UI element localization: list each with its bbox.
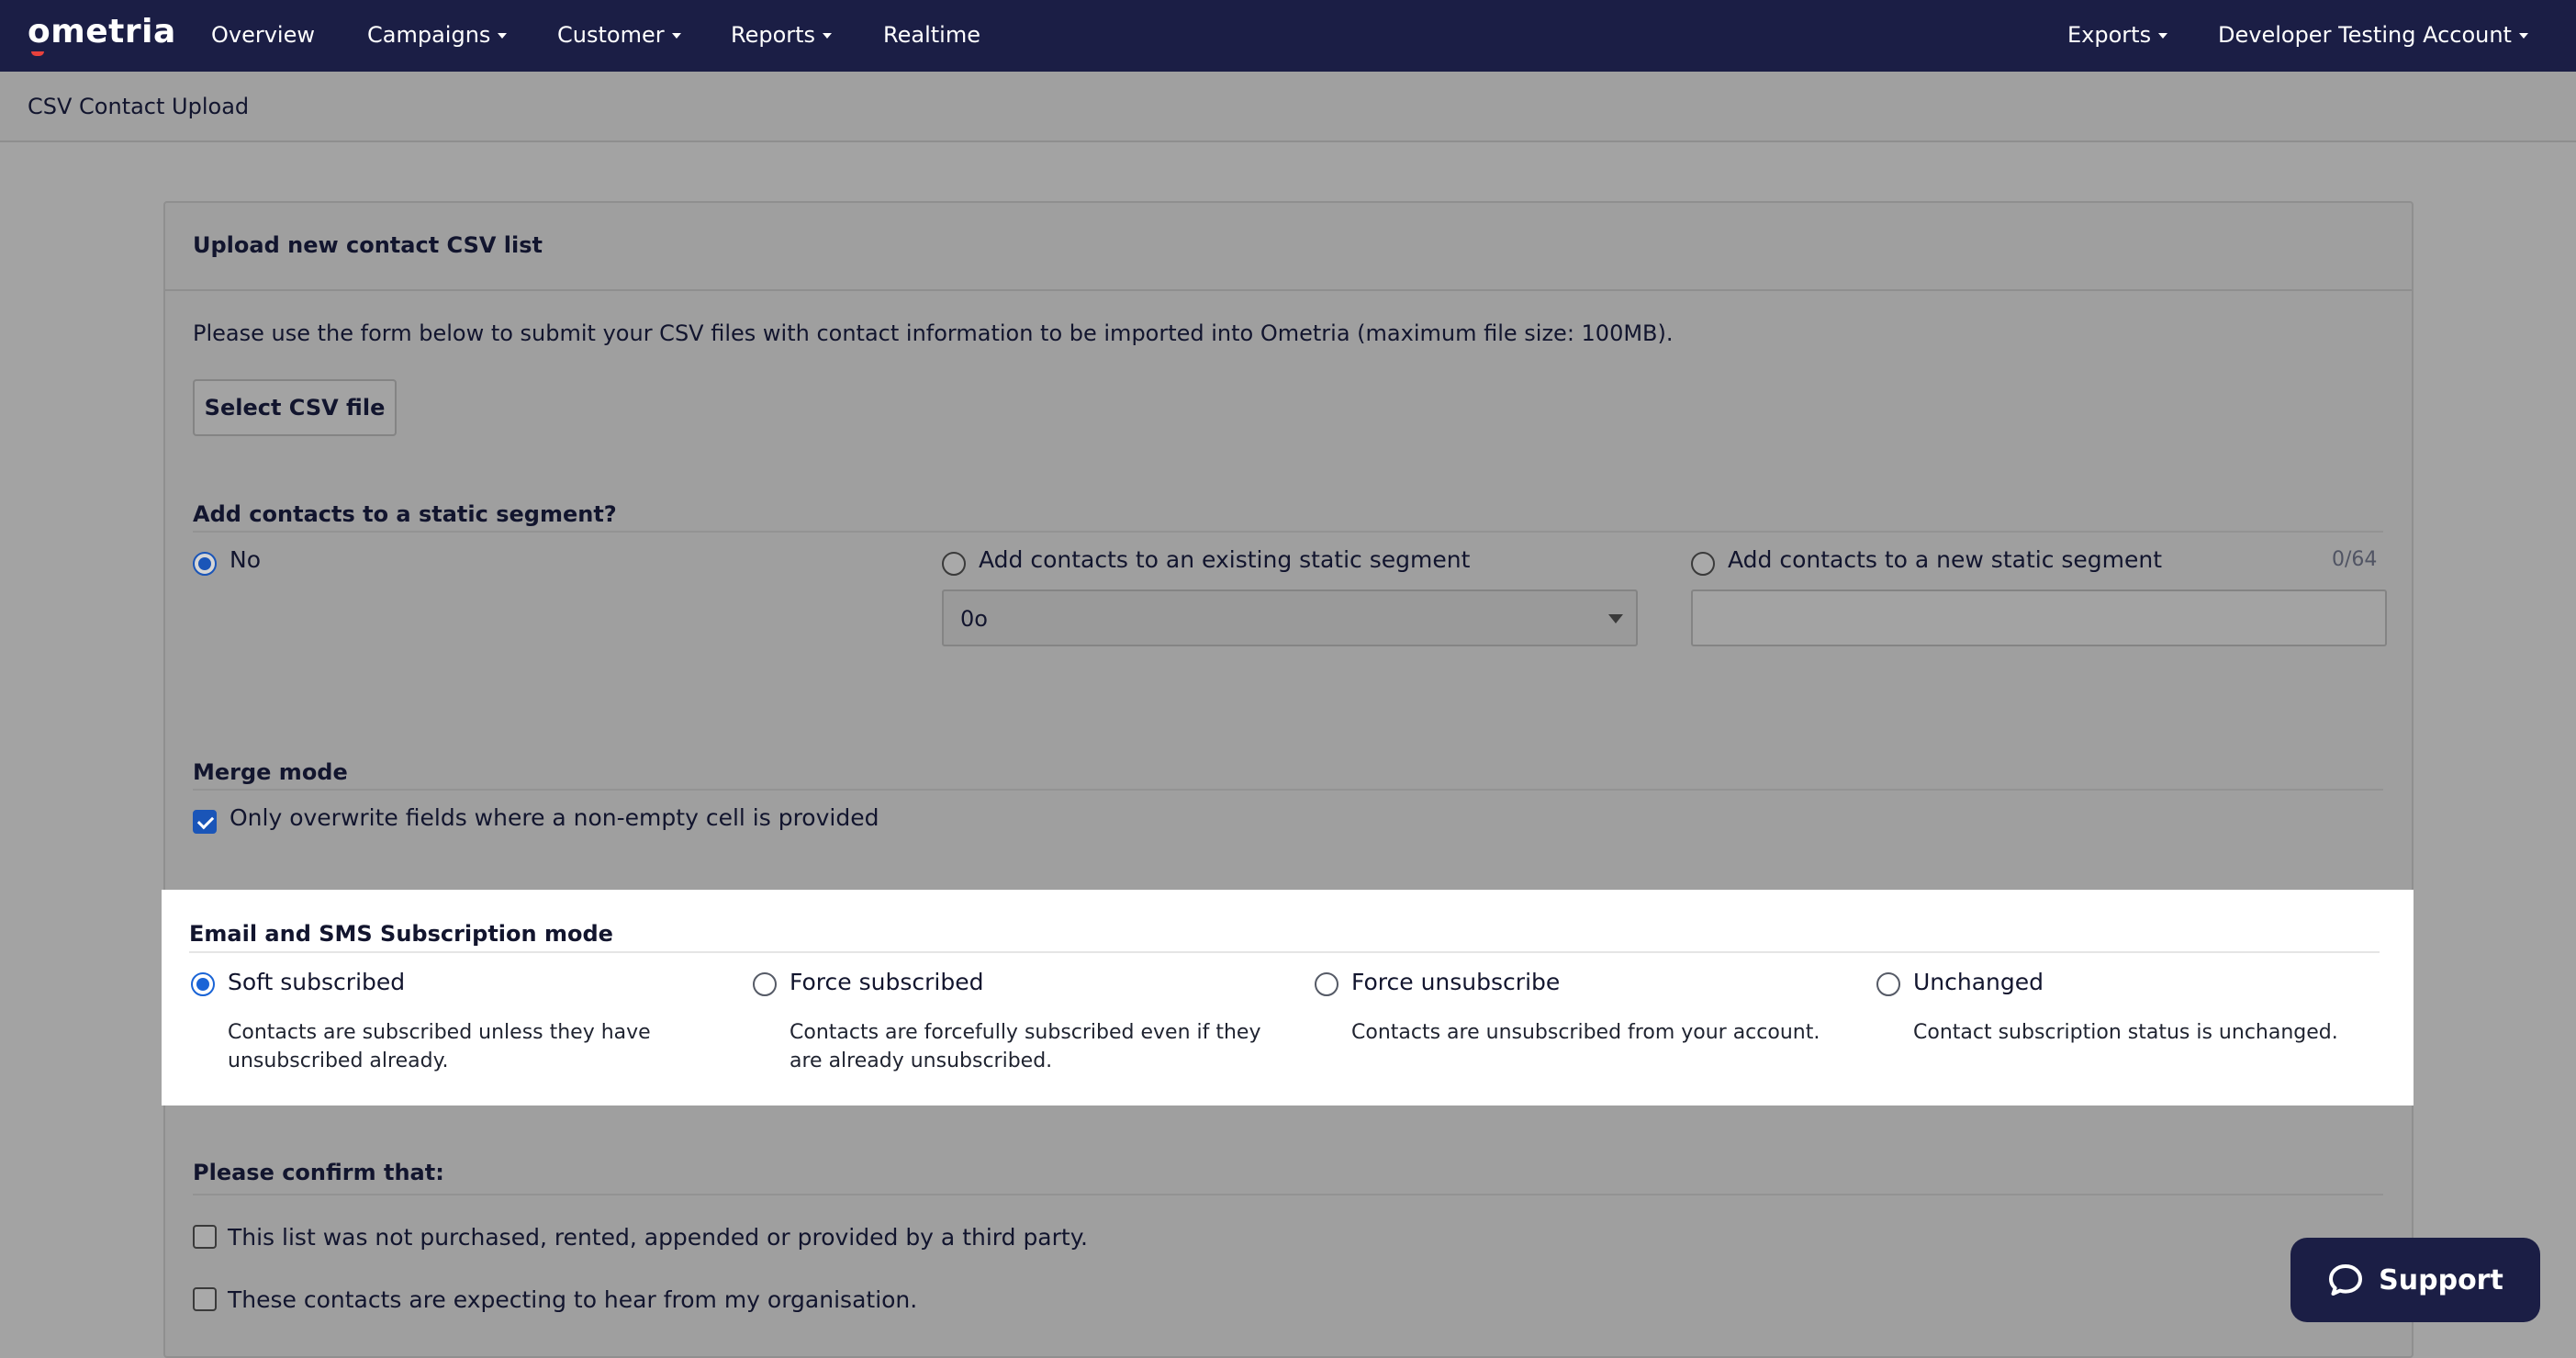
merge-checkbox[interactable] [193,810,217,834]
select-csv-button[interactable]: Select CSV file [193,379,397,436]
nav-item-realtime[interactable]: Realtime [883,22,980,48]
merge-checkbox-label: Only overwrite fields where a non-empty … [230,804,879,831]
nav-item-label: Reports [731,22,816,48]
confirm-label: This list was not purchased, rented, app… [228,1224,1088,1251]
subscription-option-desc: Contacts are forcefully subscribed even … [790,1021,1261,1072]
subscription-option-label: Unchanged [1913,969,2044,995]
nav-item-campaigns[interactable]: Campaigns [367,22,508,48]
select-value: 0o [960,606,988,632]
subscription-radio-force-unsubscribe[interactable] [1315,972,1338,996]
existing-segment-select[interactable]: 0o [942,589,1638,646]
subscription-option-label: Force unsubscribe [1351,969,1561,995]
nav-item-exports[interactable]: Exports [2067,22,2168,48]
caret-down-icon [2158,33,2168,39]
merge-section-title: Merge mode [193,759,348,785]
segment-option-label: Add contacts to a new static segment [1728,546,2163,573]
top-nav: ometria Overview Campaigns Customer Repo… [0,0,2576,72]
segment-radio-no[interactable] [193,552,217,576]
divider [193,789,2383,791]
intro-text: Please use the form below to submit your… [193,320,1674,346]
confirm-label: These contacts are expecting to hear fro… [228,1286,918,1313]
account-menu[interactable]: Developer Testing Account [2218,22,2528,48]
chevron-down-icon [1608,614,1623,623]
nav-item-label: Overview [211,22,315,48]
subscription-option-label: Soft subscribed [228,969,406,995]
account-name: Developer Testing Account [2218,22,2512,48]
subscription-option-desc: Contacts are subscribed unless they have… [228,1021,651,1072]
segment-option-label: Add contacts to an existing static segme… [979,546,1471,573]
card-header: Upload new contact CSV list [165,203,2412,291]
new-segment-name-input[interactable] [1691,589,2387,646]
nav-item-customer[interactable]: Customer [557,22,681,48]
support-button[interactable]: Support [2290,1238,2540,1322]
subscription-radio-soft[interactable] [191,972,215,996]
chat-bubble-icon [2329,1264,2363,1296]
caret-down-icon [823,33,833,39]
divider [189,951,2380,953]
subscription-option-desc: Contact subscription status is unchanged… [1913,1021,2338,1044]
segment-section-title: Add contacts to a static segment? [193,501,617,527]
support-label: Support [2379,1263,2503,1296]
segment-option-label: No [230,546,261,573]
nav-item-label: Exports [2067,22,2152,48]
page-title: CSV Contact Upload [28,94,250,119]
caret-down-icon [498,33,508,39]
confirm-checkbox-expecting[interactable] [193,1287,217,1311]
char-counter: 0/64 [2332,548,2378,571]
subscription-radio-force-subscribed[interactable] [753,972,777,996]
nav-item-overview[interactable]: Overview [211,22,315,48]
caret-down-icon [671,33,681,39]
confirm-checkbox-not-purchased[interactable] [193,1225,217,1249]
subscription-option-desc: Contacts are unsubscribed from your acco… [1351,1021,1820,1044]
divider [193,1194,2383,1195]
subscription-radio-unchanged[interactable] [1876,972,1900,996]
card-title: Upload new contact CSV list [193,232,543,258]
subscription-mode-panel: Email and SMS Subscription mode Soft sub… [162,890,2414,1105]
divider [193,531,2383,533]
ometria-logo[interactable]: ometria [28,13,176,51]
caret-down-icon [2518,33,2528,39]
nav-item-label: Customer [557,22,665,48]
segment-radio-existing[interactable] [942,552,966,576]
subscription-section-title: Email and SMS Subscription mode [189,921,613,947]
logo-accent-icon [31,51,44,56]
segment-radio-new[interactable] [1691,552,1715,576]
nav-item-reports[interactable]: Reports [731,22,833,48]
upload-card: Upload new contact CSV list Please use t… [163,201,2414,1358]
nav-item-label: Realtime [883,22,980,48]
nav-item-label: Campaigns [367,22,491,48]
confirm-section-title: Please confirm that: [193,1160,444,1185]
subscription-option-label: Force subscribed [790,969,984,995]
page-header: CSV Contact Upload [0,72,2576,142]
